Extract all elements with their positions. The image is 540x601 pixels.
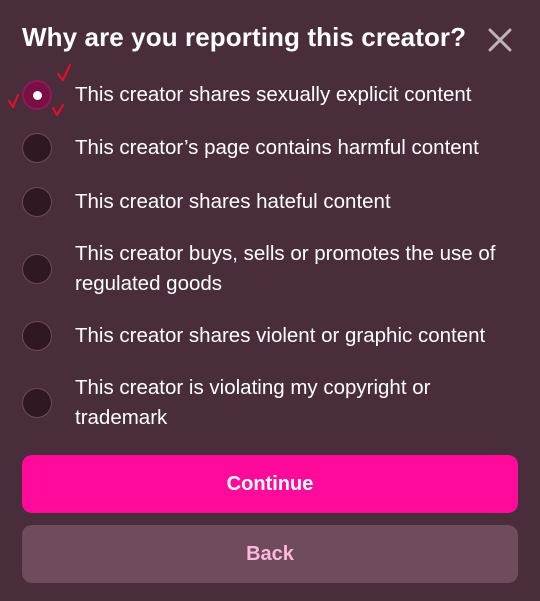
reason-label: This creator’s page contains harmful con…: [75, 136, 479, 159]
radio-button[interactable]: [22, 321, 52, 351]
report-creator-dialog: Why are you reporting this creator? This…: [0, 0, 540, 601]
reason-option-copyright[interactable]: This creator is violating my copyright o…: [22, 373, 522, 433]
check-mark-icon: [56, 63, 72, 82]
reason-label: This creator shares hateful content: [75, 190, 391, 213]
reason-label: This creator is violating my copyright o…: [75, 376, 431, 429]
radio-dot: [33, 91, 42, 100]
check-mark-icon: [7, 93, 20, 109]
continue-button[interactable]: Continue: [22, 455, 518, 513]
close-icon: [488, 28, 512, 52]
reason-option-hateful[interactable]: This creator shares hateful content: [22, 187, 522, 217]
reason-label: This creator buys, sells or promotes the…: [75, 242, 496, 295]
radio-button[interactable]: [22, 254, 52, 284]
reason-label: This creator shares violent or graphic c…: [75, 324, 486, 347]
reason-option-violent[interactable]: This creator shares violent or graphic c…: [22, 321, 522, 351]
radio-button-selected[interactable]: [22, 80, 52, 110]
reason-label: This creator shares sexually explicit co…: [75, 83, 472, 106]
radio-button[interactable]: [22, 133, 52, 163]
reason-option-harmful[interactable]: This creator’s page contains harmful con…: [22, 133, 522, 163]
back-button[interactable]: Back: [22, 525, 518, 583]
close-button[interactable]: [486, 26, 514, 54]
radio-button[interactable]: [22, 388, 52, 418]
radio-button[interactable]: [22, 187, 52, 217]
dialog-title: Why are you reporting this creator?: [22, 22, 467, 52]
reason-option-sexually-explicit[interactable]: This creator shares sexually explicit co…: [22, 80, 522, 110]
reason-option-regulated-goods[interactable]: This creator buys, sells or promotes the…: [22, 239, 522, 299]
